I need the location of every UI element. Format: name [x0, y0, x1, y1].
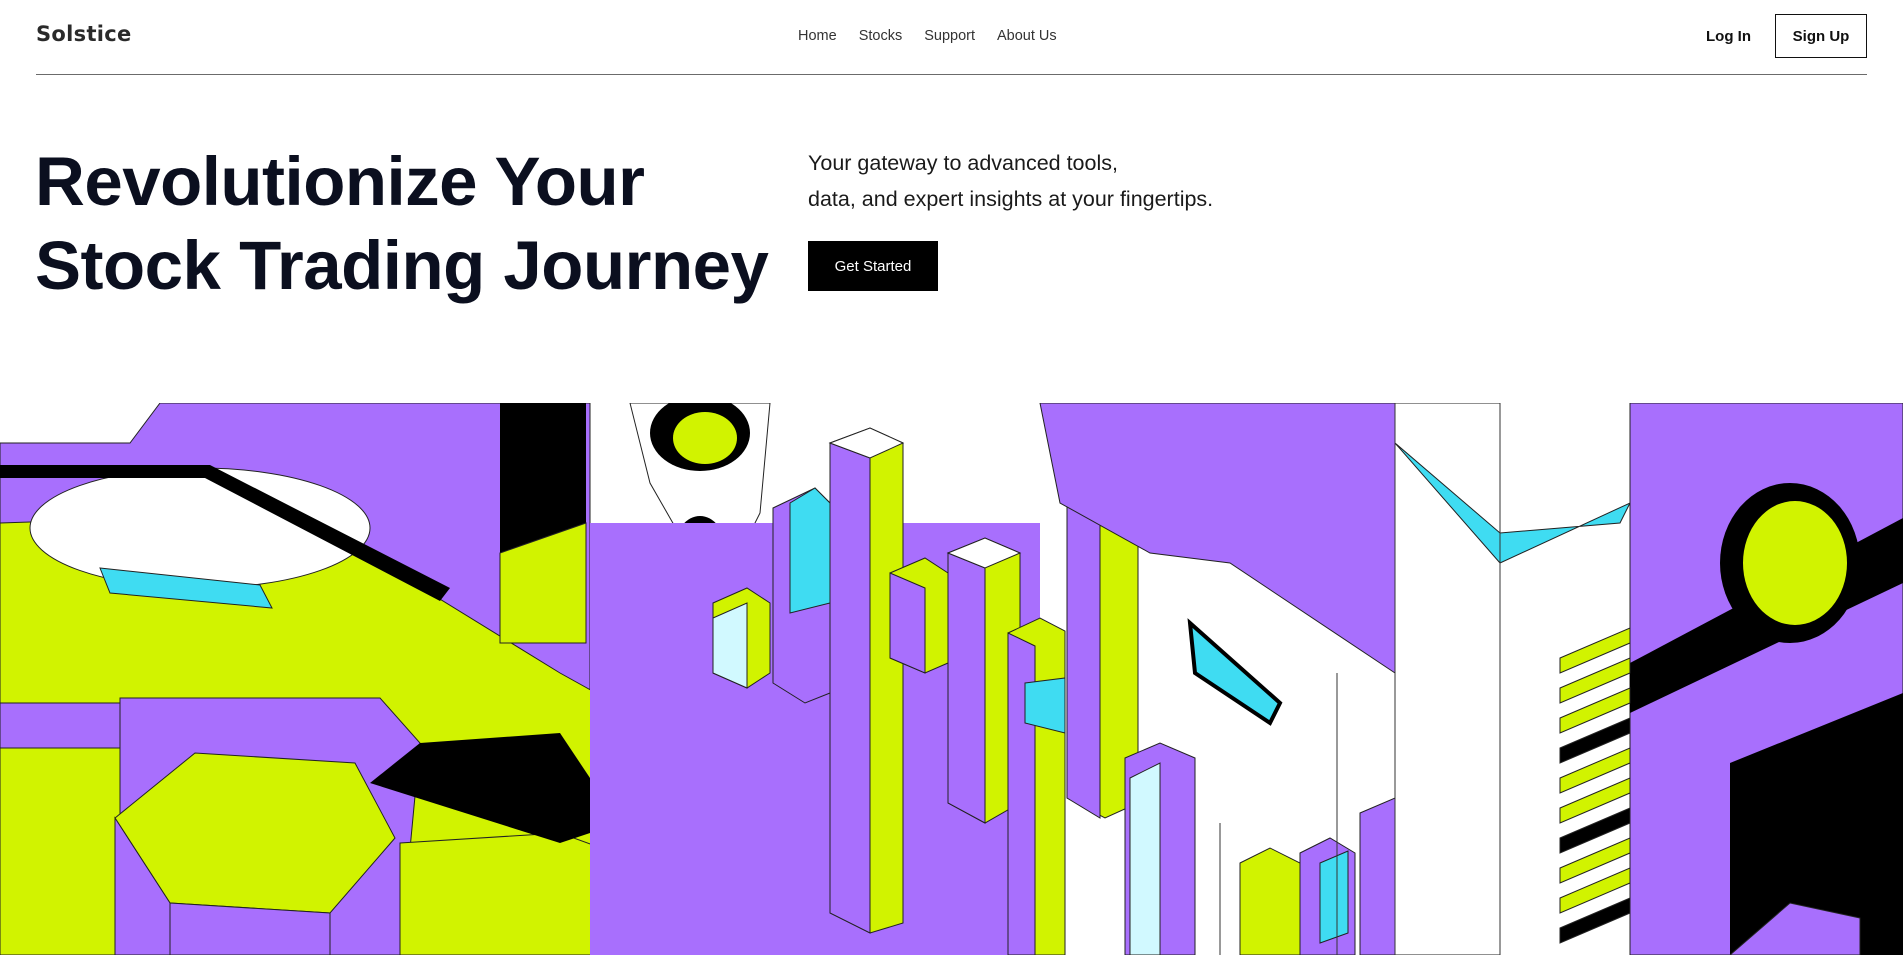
nav-link-about-us[interactable]: About Us [997, 28, 1057, 44]
hero-title-line-1: Revolutionize Your [35, 143, 645, 220]
nav-link-home[interactable]: Home [798, 28, 837, 44]
get-started-button[interactable]: Get Started [808, 241, 938, 291]
hero-subtitle-line-2: data, and expert insights at your finger… [808, 187, 1214, 211]
isometric-stock-illustration [0, 403, 1903, 955]
login-button[interactable]: Log In [1706, 28, 1751, 45]
brand-logo[interactable]: Solstice [36, 22, 132, 46]
top-navbar: Solstice Home Stocks Support About Us Lo… [36, 0, 1867, 75]
hero-illustration [0, 403, 1903, 955]
hero-subtitle: Your gateway to advanced tools, data, an… [808, 145, 1213, 217]
hero-subtitle-line-1: Your gateway to advanced tools, [808, 151, 1118, 175]
nav-link-support[interactable]: Support [924, 28, 975, 44]
main-nav: Home Stocks Support About Us [798, 28, 1057, 44]
hero-title-line-2: Stock Trading Journey [35, 227, 769, 304]
signup-button[interactable]: Sign Up [1775, 14, 1867, 58]
hero-title: Revolutionize Your Stock Trading Journey [35, 140, 769, 308]
nav-link-stocks[interactable]: Stocks [859, 28, 903, 44]
